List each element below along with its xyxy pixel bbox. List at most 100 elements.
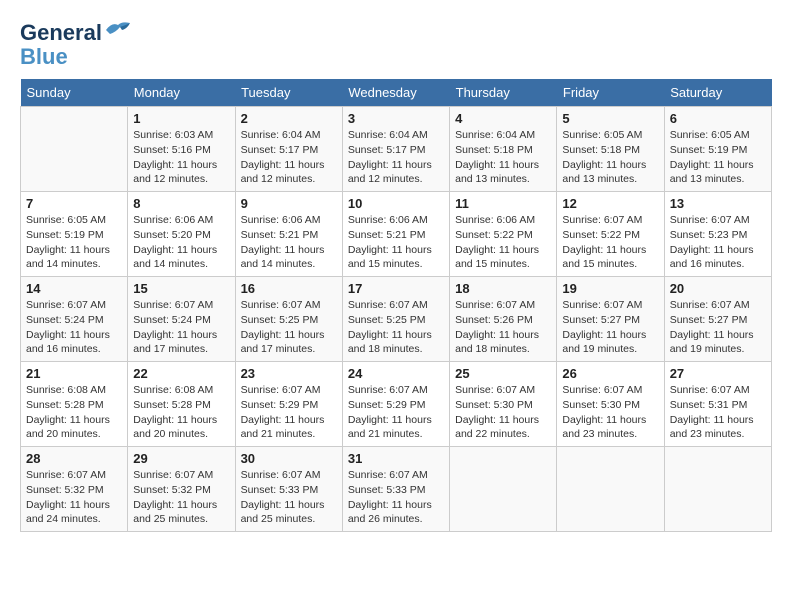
day-info: Sunrise: 6:07 AMSunset: 5:33 PMDaylight:… [241,468,337,527]
calendar-cell: 22 Sunrise: 6:08 AMSunset: 5:28 PMDayligh… [128,362,235,447]
day-info: Sunrise: 6:06 AMSunset: 5:21 PMDaylight:… [348,213,444,272]
weekday-header-wednesday: Wednesday [342,79,449,107]
calendar-cell: 9 Sunrise: 6:06 AMSunset: 5:21 PMDaylight… [235,192,342,277]
day-info: Sunrise: 6:06 AMSunset: 5:20 PMDaylight:… [133,213,229,272]
calendar-cell: 27 Sunrise: 6:07 AMSunset: 5:31 PMDayligh… [664,362,771,447]
day-number: 6 [670,111,766,126]
day-number: 25 [455,366,551,381]
day-info: Sunrise: 6:05 AMSunset: 5:18 PMDaylight:… [562,128,658,187]
day-info: Sunrise: 6:04 AMSunset: 5:18 PMDaylight:… [455,128,551,187]
logo-bird-icon [104,20,132,40]
day-number: 2 [241,111,337,126]
calendar-cell: 23 Sunrise: 6:07 AMSunset: 5:29 PMDayligh… [235,362,342,447]
day-number: 27 [670,366,766,381]
day-info: Sunrise: 6:05 AMSunset: 5:19 PMDaylight:… [670,128,766,187]
day-info: Sunrise: 6:05 AMSunset: 5:19 PMDaylight:… [26,213,122,272]
day-number: 13 [670,196,766,211]
weekday-header-monday: Monday [128,79,235,107]
day-info: Sunrise: 6:07 AMSunset: 5:22 PMDaylight:… [562,213,658,272]
weekday-header-saturday: Saturday [664,79,771,107]
calendar-cell: 10 Sunrise: 6:06 AMSunset: 5:21 PMDayligh… [342,192,449,277]
calendar-cell: 25 Sunrise: 6:07 AMSunset: 5:30 PMDayligh… [450,362,557,447]
calendar-table: SundayMondayTuesdayWednesdayThursdayFrid… [20,79,772,532]
day-info: Sunrise: 6:04 AMSunset: 5:17 PMDaylight:… [241,128,337,187]
calendar-cell: 4 Sunrise: 6:04 AMSunset: 5:18 PMDaylight… [450,107,557,192]
calendar-cell: 16Sunrise: 6:07 AMSunset: 5:25 PMDayligh… [235,277,342,362]
day-info: Sunrise: 6:06 AMSunset: 5:21 PMDaylight:… [241,213,337,272]
day-info: Sunrise: 6:07 AMSunset: 5:32 PMDaylight:… [26,468,122,527]
day-number: 24 [348,366,444,381]
day-number: 8 [133,196,229,211]
day-info: Sunrise: 6:07 AMSunset: 5:27 PMDaylight:… [670,298,766,357]
calendar-week-row: 14 Sunrise: 6:07 AMSunset: 5:24 PMDayligh… [21,277,772,362]
day-info: Sunrise: 6:06 AMSunset: 5:22 PMDaylight:… [455,213,551,272]
calendar-cell [21,107,128,192]
calendar-cell: 24Sunrise: 6:07 AMSunset: 5:29 PMDayligh… [342,362,449,447]
calendar-cell: 17 Sunrise: 6:07 AMSunset: 5:25 PMDayligh… [342,277,449,362]
day-number: 12 [562,196,658,211]
day-info: Sunrise: 6:07 AMSunset: 5:30 PMDaylight:… [455,383,551,442]
calendar-cell: 1 Sunrise: 6:03 AMSunset: 5:16 PMDaylight… [128,107,235,192]
calendar-cell: 2 Sunrise: 6:04 AMSunset: 5:17 PMDaylight… [235,107,342,192]
day-info: Sunrise: 6:07 AMSunset: 5:31 PMDaylight:… [670,383,766,442]
day-info: Sunrise: 6:07 AMSunset: 5:25 PMDaylight:… [241,298,337,357]
day-number: 28 [26,451,122,466]
day-info: Sunrise: 6:08 AMSunset: 5:28 PMDaylight:… [133,383,229,442]
calendar-cell: 11 Sunrise: 6:06 AMSunset: 5:22 PMDayligh… [450,192,557,277]
day-info: Sunrise: 6:07 AMSunset: 5:33 PMDaylight:… [348,468,444,527]
day-info: Sunrise: 6:07 AMSunset: 5:25 PMDaylight:… [348,298,444,357]
day-info: Sunrise: 6:04 AMSunset: 5:17 PMDaylight:… [348,128,444,187]
day-number: 26 [562,366,658,381]
day-number: 4 [455,111,551,126]
calendar-cell: 20 Sunrise: 6:07 AMSunset: 5:27 PMDayligh… [664,277,771,362]
day-number: 29 [133,451,229,466]
weekday-header-friday: Friday [557,79,664,107]
logo: General Blue [20,20,132,69]
calendar-cell: 31 Sunrise: 6:07 AMSunset: 5:33 PMDayligh… [342,447,449,532]
weekday-header-thursday: Thursday [450,79,557,107]
day-info: Sunrise: 6:07 AMSunset: 5:23 PMDaylight:… [670,213,766,272]
day-info: Sunrise: 6:07 AMSunset: 5:26 PMDaylight:… [455,298,551,357]
calendar-cell: 3Sunrise: 6:04 AMSunset: 5:17 PMDaylight… [342,107,449,192]
day-info: Sunrise: 6:07 AMSunset: 5:32 PMDaylight:… [133,468,229,527]
calendar-cell: 8 Sunrise: 6:06 AMSunset: 5:20 PMDaylight… [128,192,235,277]
day-number: 1 [133,111,229,126]
day-number: 7 [26,196,122,211]
day-info: Sunrise: 6:03 AMSunset: 5:16 PMDaylight:… [133,128,229,187]
day-number: 31 [348,451,444,466]
calendar-cell: 5 Sunrise: 6:05 AMSunset: 5:18 PMDaylight… [557,107,664,192]
day-info: Sunrise: 6:07 AMSunset: 5:27 PMDaylight:… [562,298,658,357]
calendar-cell: 28 Sunrise: 6:07 AMSunset: 5:32 PMDayligh… [21,447,128,532]
calendar-cell: 12 Sunrise: 6:07 AMSunset: 5:22 PMDayligh… [557,192,664,277]
day-number: 18 [455,281,551,296]
calendar-cell: 29 Sunrise: 6:07 AMSunset: 5:32 PMDayligh… [128,447,235,532]
logo-text-blue: Blue [20,45,132,69]
calendar-cell [664,447,771,532]
calendar-cell: 18 Sunrise: 6:07 AMSunset: 5:26 PMDayligh… [450,277,557,362]
calendar-week-row: 1 Sunrise: 6:03 AMSunset: 5:16 PMDaylight… [21,107,772,192]
day-number: 23 [241,366,337,381]
calendar-week-row: 28 Sunrise: 6:07 AMSunset: 5:32 PMDayligh… [21,447,772,532]
day-info: Sunrise: 6:07 AMSunset: 5:24 PMDaylight:… [26,298,122,357]
calendar-cell: 21Sunrise: 6:08 AMSunset: 5:28 PMDayligh… [21,362,128,447]
calendar-cell: 13 Sunrise: 6:07 AMSunset: 5:23 PMDayligh… [664,192,771,277]
day-number: 19 [562,281,658,296]
day-number: 17 [348,281,444,296]
day-number: 30 [241,451,337,466]
page-header: General Blue [20,20,772,69]
calendar-cell: 30 Sunrise: 6:07 AMSunset: 5:33 PMDayligh… [235,447,342,532]
day-number: 22 [133,366,229,381]
day-number: 5 [562,111,658,126]
calendar-cell: 6 Sunrise: 6:05 AMSunset: 5:19 PMDaylight… [664,107,771,192]
day-number: 14 [26,281,122,296]
day-number: 11 [455,196,551,211]
weekday-header-tuesday: Tuesday [235,79,342,107]
day-number: 20 [670,281,766,296]
day-number: 9 [241,196,337,211]
day-number: 15 [133,281,229,296]
calendar-week-row: 7 Sunrise: 6:05 AMSunset: 5:19 PMDaylight… [21,192,772,277]
logo-text: General [20,20,132,45]
day-info: Sunrise: 6:07 AMSunset: 5:29 PMDaylight:… [241,383,337,442]
day-info: Sunrise: 6:07 AMSunset: 5:30 PMDaylight:… [562,383,658,442]
day-number: 10 [348,196,444,211]
